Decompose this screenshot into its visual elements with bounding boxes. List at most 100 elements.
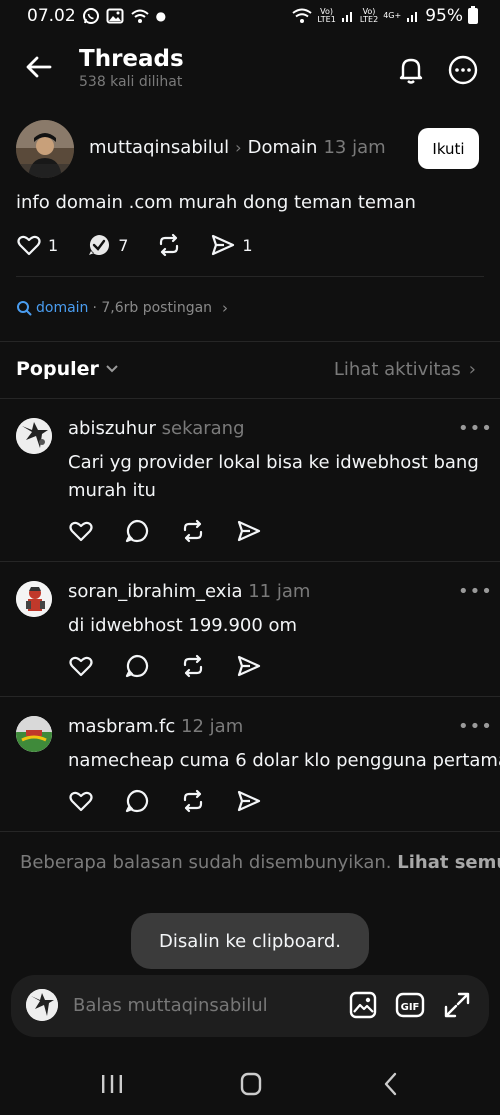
topic-tag[interactable]: domain · 7,6rb postingan › [16,299,228,317]
send-icon[interactable] [236,518,262,544]
sort-dropdown[interactable]: Populer [16,358,119,380]
whatsapp-icon [82,8,99,24]
divider [0,831,500,832]
divider [0,696,500,697]
system-nav-bar [0,1050,500,1115]
reply-count: 7 [118,235,129,255]
avatar [26,989,58,1021]
send-icon[interactable] [236,653,262,679]
share-button[interactable]: 1 [210,232,253,258]
search-icon [17,301,32,316]
post-username[interactable]: muttaqinsabilul [89,137,229,158]
reply-text: Cari yg provider lokal bisa ke idwebhost… [68,452,479,501]
reply-username[interactable]: soran_ibrahim_exia [68,581,242,602]
post-text: info domain .com murah dong teman teman [16,192,416,213]
avatar[interactable] [16,581,52,617]
expand-icon[interactable] [442,990,472,1020]
bell-icon[interactable] [395,54,427,86]
reply-more-button[interactable]: ••• [458,418,493,439]
topic-name: domain [36,300,89,316]
heart-icon[interactable] [68,788,94,814]
send-icon[interactable] [236,788,262,814]
like-button[interactable]: 1 [16,232,58,258]
repost-button[interactable] [156,232,182,258]
reply-username[interactable]: abiszuhur [68,418,156,439]
reply-header: soran_ibrahim_exia 11 jam [68,581,310,602]
page-title: Threads [79,46,184,72]
notification-dot-icon: ● [155,9,167,23]
reply-more-button[interactable]: ••• [458,716,493,737]
chevron-right-icon: › [222,299,229,317]
reply-time: sekarang [161,418,245,439]
more-options-icon[interactable] [447,54,479,86]
avatar[interactable] [16,716,52,752]
sort-label: Populer [16,358,99,380]
divider [0,341,500,342]
reply-username[interactable]: masbram.fc [68,716,175,737]
see-all-link[interactable]: Lihat semua [397,852,500,873]
reply-item: abiszuhur sekarang ••• Cari yg provider … [0,418,500,558]
view-activity-link[interactable]: Lihat aktivitas › [334,359,476,380]
recent-apps-icon[interactable] [97,1072,127,1096]
reply-actions [68,518,262,544]
image-icon[interactable] [348,990,378,1020]
gif-icon[interactable]: GIF [395,990,425,1020]
avatar[interactable] [16,120,74,178]
comment-icon[interactable] [124,518,150,544]
share-count: 1 [242,235,253,255]
battery-icon [468,6,478,24]
follow-button[interactable]: Ikuti [418,128,479,169]
home-icon[interactable] [236,1072,266,1096]
post-time: 13 jam [323,137,386,158]
chevron-right-icon: › [468,359,476,380]
signal-icon [407,12,418,22]
battery-level: 95% [425,6,463,26]
post-topic[interactable]: Domain [248,137,318,158]
reply-header: masbram.fc 12 jam [68,716,243,737]
comment-icon[interactable] [124,788,150,814]
like-count: 1 [48,235,59,255]
reply-time: 12 jam [181,716,244,737]
network-type: 4G+ [383,11,402,20]
repost-icon [160,233,179,257]
sim1-indicator: Vo) LTE1 [317,7,336,24]
post-header: muttaqinsabilul › Domain 13 jam [89,137,386,158]
reply-composer[interactable]: Balas muttaqinsabilul GIF [11,975,489,1037]
divider [0,398,500,399]
divider [0,561,500,562]
reply-item: masbram.fc 12 jam ••• namecheap cuma 6 d… [0,716,500,826]
avatar[interactable] [16,418,52,454]
send-icon [212,234,235,256]
reply-actions [68,653,262,679]
wifi-icon [292,8,313,23]
signal-icon [341,12,352,22]
repost-icon[interactable] [180,518,206,544]
topic-post-count: · 7,6rb postingan [92,300,213,316]
chevron-down-icon [106,365,118,373]
reply-item: soran_ibrahim_exia 11 jam ••• di idwebho… [0,581,500,691]
repost-icon[interactable] [180,653,206,679]
back-arrow-icon[interactable] [24,52,54,82]
reply-button[interactable]: 7 [86,232,128,258]
post-actions: 1 7 1 [16,232,281,258]
status-bar: 07.02 ● Vo) LTE1 Vo) LTE2 4G+ 95% [0,0,500,34]
divider [16,276,484,277]
heart-icon[interactable] [68,653,94,679]
back-nav-icon[interactable] [376,1072,406,1096]
hidden-replies-text: Beberapa balasan sudah disembunyikan. [20,852,392,873]
reply-input[interactable]: Balas muttaqinsabilul [73,995,268,1016]
reply-more-button[interactable]: ••• [458,581,493,602]
comment-icon[interactable] [124,653,150,679]
repost-icon[interactable] [180,788,206,814]
app-bar: Threads 538 kali dilihat [0,34,500,104]
reply-text: di idwebhost 199.900 om [68,615,298,636]
reply-time: 11 jam [248,581,311,602]
gif-label: GIF [401,1002,420,1013]
reply-text: namecheap cuma 6 dolar klo pengguna pert… [68,750,500,771]
reply-verified-icon [89,235,110,255]
chevron-right-icon: › [235,138,242,157]
heart-icon[interactable] [68,518,94,544]
sort-row: Populer Lihat aktivitas › [0,356,500,386]
hidden-replies-note: Beberapa balasan sudah disembunyikan. Li… [20,852,500,873]
wifi-call-icon [131,9,149,23]
